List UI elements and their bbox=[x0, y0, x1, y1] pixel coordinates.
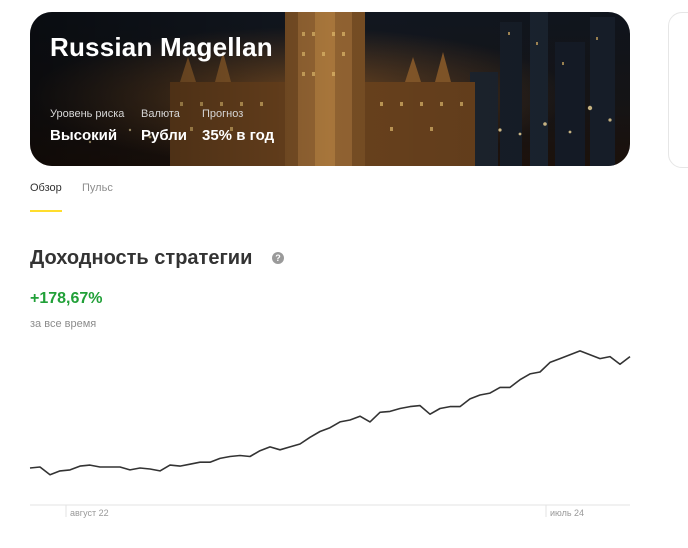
side-card[interactable] bbox=[668, 12, 688, 168]
active-tab-indicator bbox=[30, 210, 62, 212]
section-title: Доходность стратегии bbox=[30, 247, 253, 269]
yield-chart: август 22 июль 24 bbox=[29, 350, 631, 518]
forecast-param: Прогноз 35% в год bbox=[202, 108, 274, 144]
tab-overview[interactable]: Обзор bbox=[30, 182, 62, 194]
currency-label: Валюта bbox=[141, 108, 180, 120]
x-tick-label-august-22: август 22 bbox=[70, 508, 109, 518]
risk-level-param: Уровень риска Высокий bbox=[50, 108, 124, 144]
risk-level-label: Уровень риска bbox=[50, 108, 125, 120]
strategy-hero-card: Russian Magellan Уровень риска Высокий В… bbox=[30, 12, 630, 166]
yield-value: +178,67% bbox=[30, 290, 103, 307]
risk-level-value: Высокий bbox=[50, 127, 118, 144]
question-icon[interactable]: ? bbox=[272, 252, 284, 264]
tab-pulse[interactable]: Пульс bbox=[82, 182, 113, 194]
strategy-title: Russian Magellan bbox=[50, 32, 273, 62]
x-tick-label-july-24: июль 24 bbox=[550, 508, 584, 518]
currency-param: Валюта Рубли bbox=[141, 108, 187, 144]
forecast-value: 35% в год bbox=[202, 127, 275, 144]
currency-value: Рубли bbox=[141, 127, 187, 144]
forecast-label: Прогноз bbox=[202, 108, 244, 120]
yield-series-line bbox=[29, 350, 631, 476]
